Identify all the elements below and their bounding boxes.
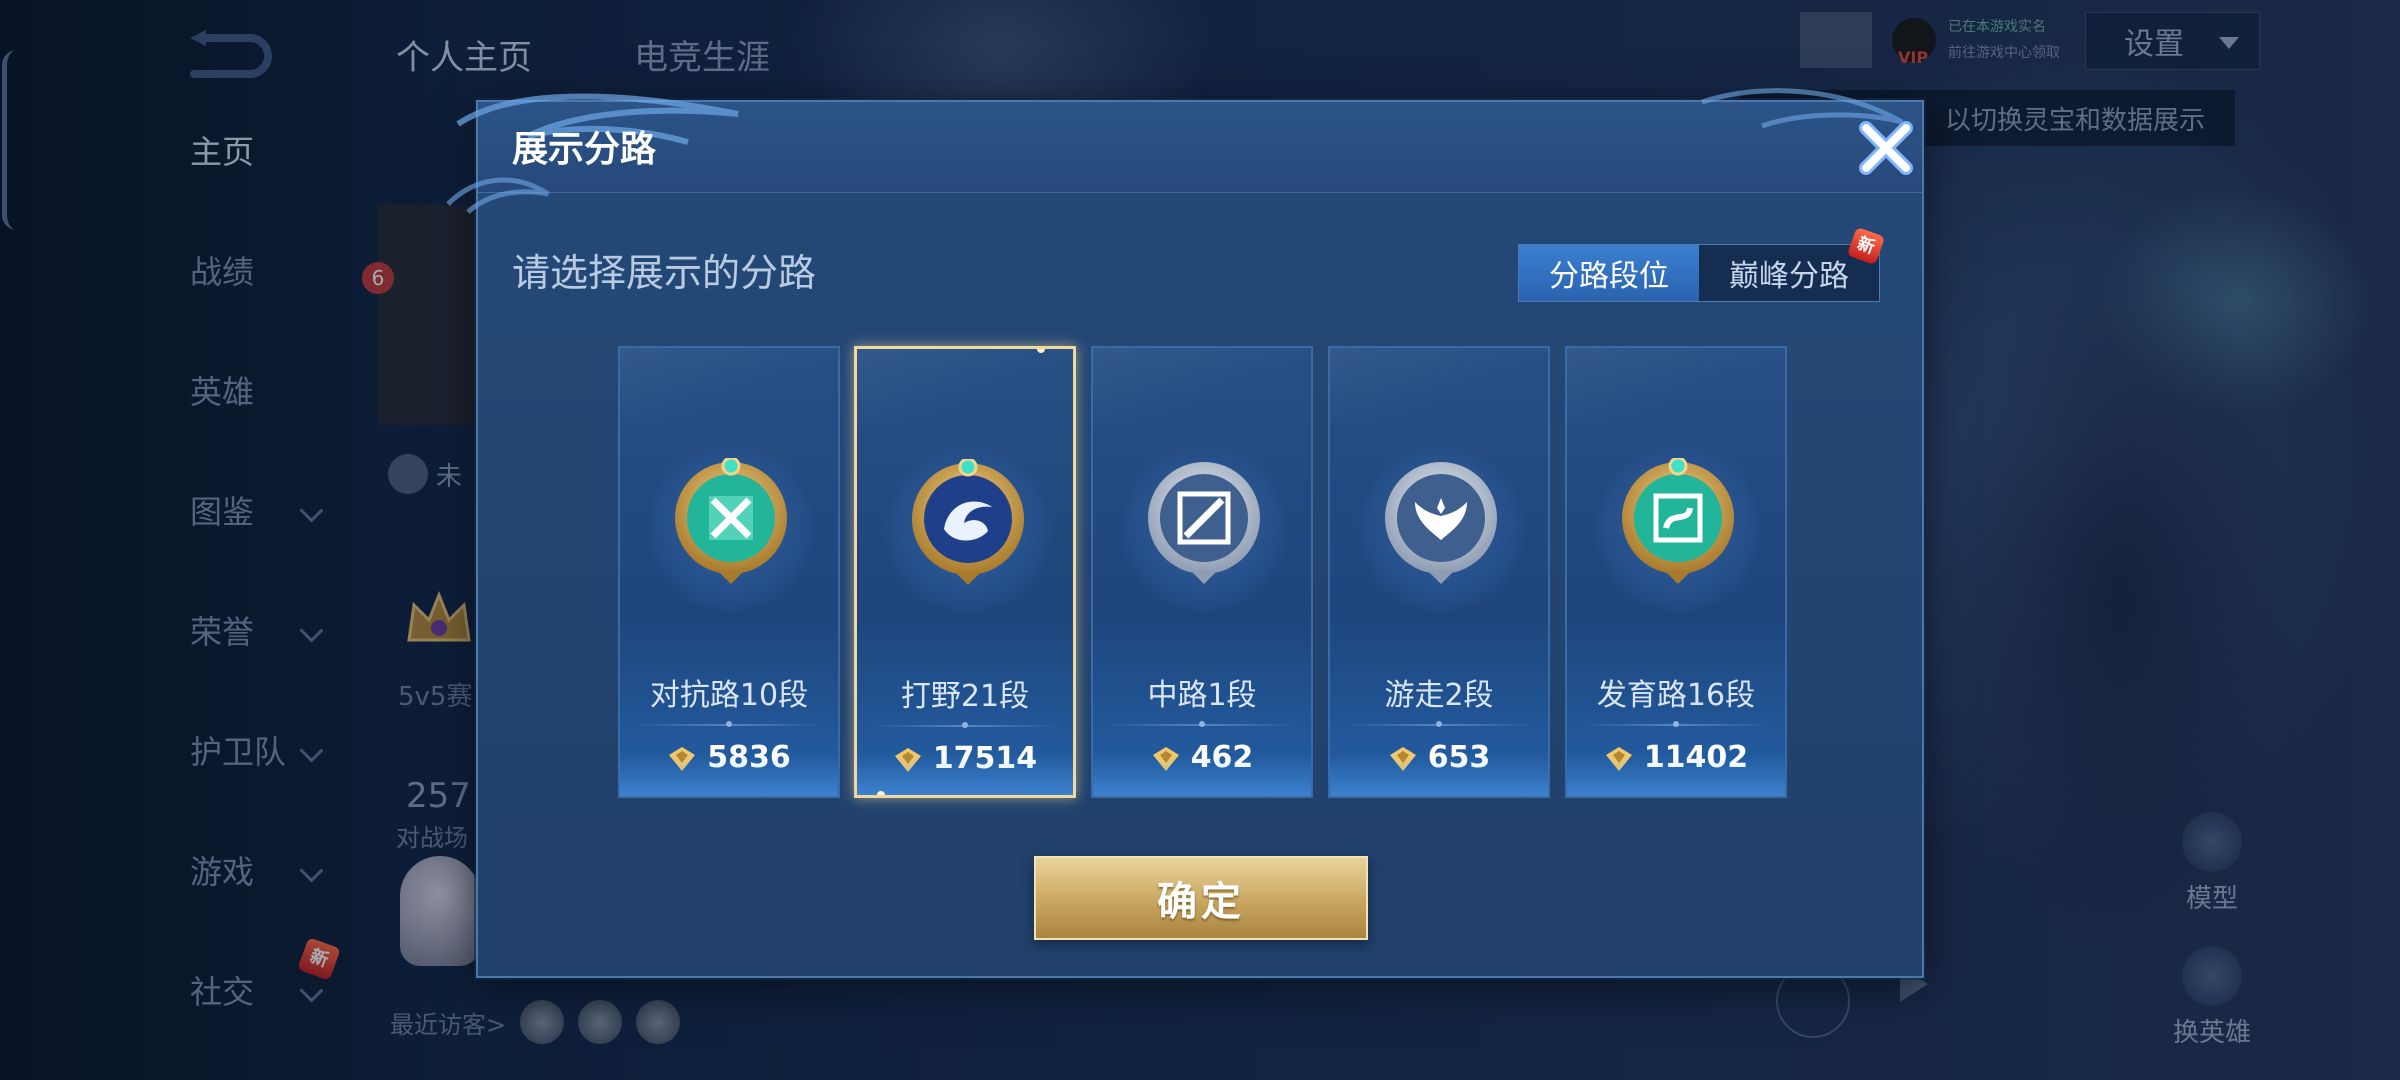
lane-card[interactable]: 游走2段653 [1328, 346, 1550, 798]
lane-card[interactable]: 中路1段462 [1091, 346, 1313, 798]
divider [1344, 721, 1534, 727]
lane-rank-name: 打野21段 [900, 679, 1030, 714]
lane-rank-name: 游走2段 [1384, 678, 1494, 713]
jungle-dragon-emblem-icon [908, 457, 1028, 589]
card-pattern [1567, 348, 1785, 428]
dialog-subtitle: 请选择展示的分路 [512, 251, 817, 295]
lane-card[interactable]: 对抗路10段5836 [618, 346, 840, 798]
divider [634, 721, 824, 727]
divider [1581, 721, 1771, 727]
lane-mode-toggle: 分路段位 巅峰分路 新 [1518, 226, 1886, 302]
dialog-title: 展示分路 [512, 129, 657, 170]
card-pattern [1093, 348, 1311, 428]
divider [871, 722, 1059, 728]
close-icon [1859, 121, 1913, 175]
card-pattern [857, 349, 1073, 429]
card-glow [1093, 756, 1311, 796]
lane-card-list: 对抗路10段5836打野21段17514中路1段462游走2段653发育路16段… [618, 346, 1788, 798]
card-glow [1567, 756, 1785, 796]
card-glow [620, 756, 838, 796]
card-pattern [1330, 348, 1548, 428]
selection-dot [877, 791, 885, 795]
clash-lane-emblem-icon [671, 456, 791, 588]
confirm-button[interactable]: 确定 [1034, 856, 1368, 940]
lane-rank-name: 中路1段 [1147, 678, 1257, 713]
farm-lane-emblem-icon [1618, 456, 1738, 588]
card-pattern [620, 348, 838, 428]
lane-card[interactable]: 发育路16段11402 [1565, 346, 1787, 798]
lane-rank-name: 发育路16段 [1596, 678, 1756, 713]
lane-rank-name: 对抗路10段 [649, 678, 809, 713]
lane-display-dialog: 展示分路 请选择展示的分路 分路段位 巅峰分路 新 对抗路10段5836打野21… [446, 88, 1924, 978]
mid-lane-emblem-icon [1144, 458, 1264, 588]
close-button[interactable] [1854, 116, 1918, 180]
tab-lane-rank[interactable]: 分路段位 [1519, 245, 1699, 301]
card-glow [857, 755, 1073, 795]
divider [1107, 721, 1297, 727]
roam-wings-emblem-icon [1381, 458, 1501, 588]
lane-card[interactable]: 打野21段17514 [854, 346, 1076, 798]
card-glow [1330, 756, 1548, 796]
